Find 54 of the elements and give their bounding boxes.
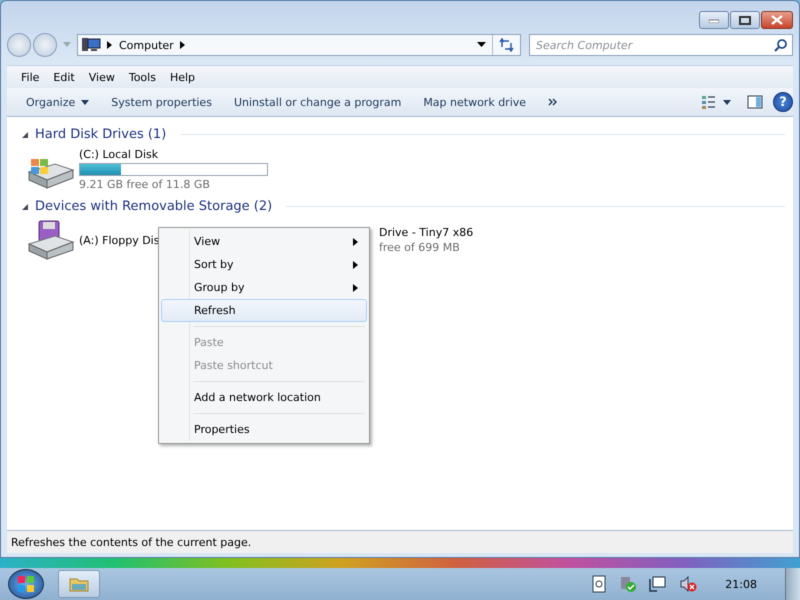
floppy-drive-icon[interactable]: [25, 220, 75, 260]
status-text: Refreshes the contents of the current page.: [11, 536, 252, 548]
group-heading[interactable]: Devices with Removable Storage (2): [35, 199, 272, 214]
search-icon[interactable]: [774, 38, 788, 52]
free-space-text: free of 699 MB: [379, 241, 461, 254]
command-button[interactable]: Organize: [19, 92, 96, 112]
menu-item[interactable]: View: [88, 70, 115, 84]
computer-icon: [81, 37, 101, 53]
submenu-arrow-icon: [353, 260, 358, 268]
breadcrumb-arrow-icon[interactable]: [180, 41, 186, 49]
command-button[interactable]: Uninstall or change a program: [226, 92, 408, 112]
submenu-arrow-icon: [353, 284, 358, 292]
network-icon[interactable]: [649, 575, 668, 593]
breadcrumb-location[interactable]: Computer: [119, 38, 174, 52]
minimize-icon[interactable]: [709, 17, 719, 23]
close-icon[interactable]: [771, 15, 783, 25]
menu-item[interactable]: Add a network location: [161, 386, 367, 409]
folder-icon[interactable]: [69, 576, 89, 592]
dropdown-arrow-icon[interactable]: [81, 100, 90, 104]
command-button[interactable]: System properties: [104, 92, 219, 112]
menu-item[interactable]: Tools: [128, 70, 156, 84]
menu-item[interactable]: Edit: [53, 70, 75, 84]
show-desktop-button[interactable]: [785, 568, 800, 600]
submenu-arrow-icon: [353, 238, 358, 246]
command-button[interactable]: Map network drive: [416, 92, 534, 112]
menu-item[interactable]: File: [21, 70, 40, 84]
free-space-text: 9.21 GB free of 11.8 GB: [79, 178, 211, 191]
menu-item[interactable]: Help: [170, 70, 196, 84]
start-button[interactable]: [8, 569, 44, 599]
minimize-button[interactable]: [699, 11, 729, 29]
menu-item[interactable]: View: [161, 230, 367, 253]
group-heading[interactable]: Hard Disk Drives (1): [35, 127, 166, 142]
address-field[interactable]: Computer: [77, 34, 521, 56]
maximize-icon[interactable]: [739, 16, 751, 24]
drive-name[interactable]: (C:) Local Disk: [79, 148, 268, 161]
drive-name[interactable]: Drive - Tiny7 x86: [379, 226, 474, 239]
menu-item[interactable]: Sort by: [161, 253, 367, 276]
menu-item[interactable]: Refresh: [161, 299, 367, 322]
clock[interactable]: 21:08: [725, 578, 757, 590]
search-input[interactable]: Search Computer: [534, 38, 774, 52]
maximize-button[interactable]: [730, 11, 760, 29]
search-field[interactable]: Search Computer: [529, 34, 793, 56]
menu-item[interactable]: Group by: [161, 276, 367, 299]
close-button[interactable]: [761, 11, 793, 29]
folder-taskbar-button[interactable]: [58, 570, 100, 598]
speaker-muted-icon[interactable]: [679, 575, 698, 593]
dropdown-arrow-icon[interactable]: [477, 42, 486, 48]
help-button[interactable]: ?: [773, 92, 793, 112]
document-icon[interactable]: [591, 575, 608, 593]
shield-check-icon[interactable]: [619, 575, 638, 593]
menu-item[interactable]: Properties: [161, 418, 367, 441]
breadcrumb-arrow-icon[interactable]: [107, 41, 113, 49]
collapse-arrow-icon[interactable]: [21, 202, 29, 210]
collapse-arrow-icon[interactable]: [21, 130, 29, 138]
